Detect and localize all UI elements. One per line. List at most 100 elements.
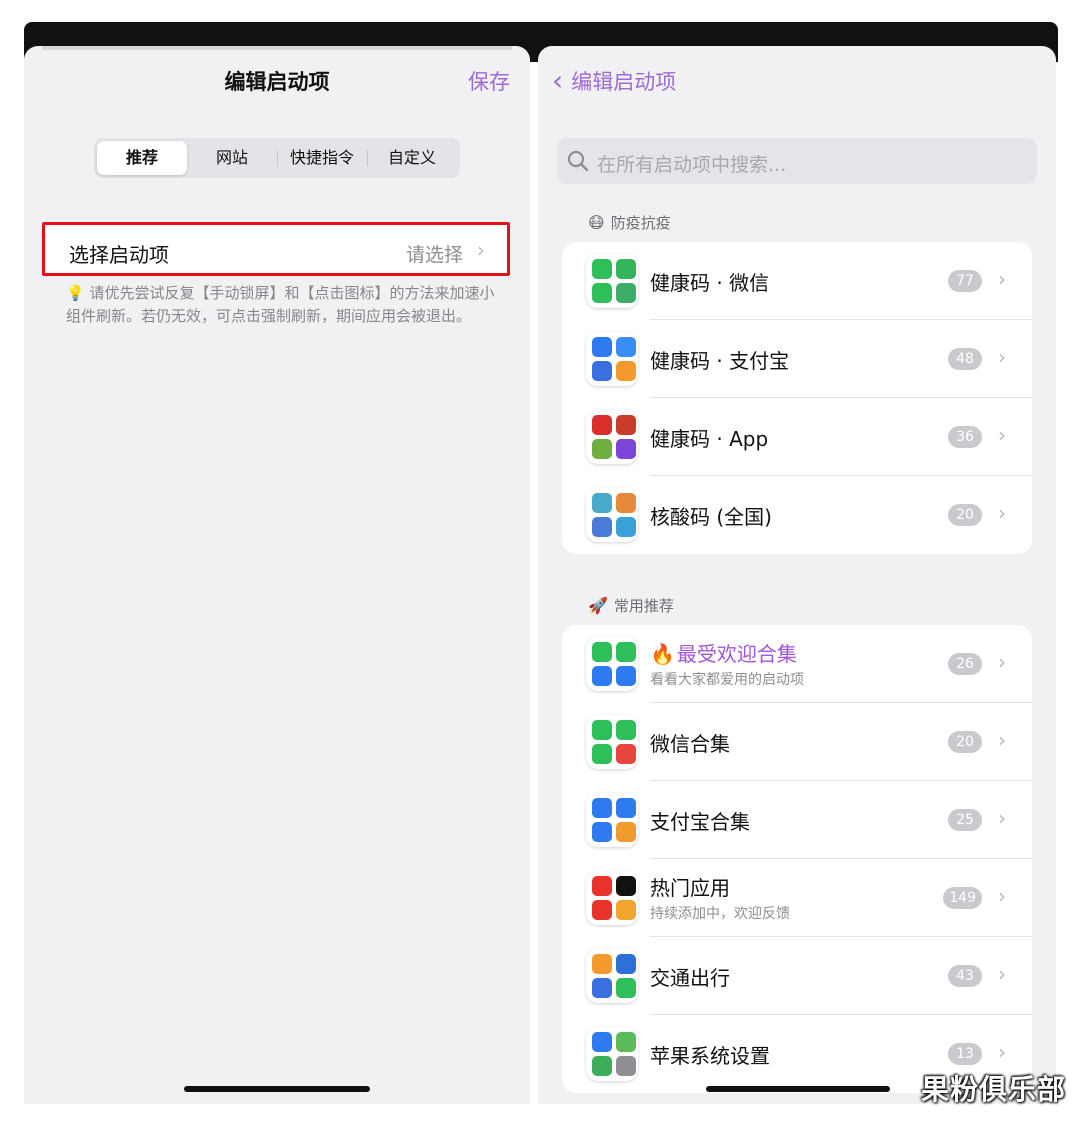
list-item-title: 热门应用 [650,872,730,901]
select-launcher-row[interactable]: 选择启动项 请选择 › [42,222,510,276]
list-item-title-text: 热门应用 [650,876,730,900]
list-item-title-text: 支付宝合集 [650,810,750,834]
list-item-title: 健康码 · 微信 [650,267,769,296]
list-item-title: 苹果系统设置 [650,1040,770,1069]
mini-app-icon [616,1032,636,1052]
mini-app-icon [616,415,636,435]
rocket-icon: 🚀 [588,596,608,615]
tab-shortcuts[interactable]: 快捷指令 [277,141,367,175]
mini-app-icon [592,954,612,974]
home-indicator [706,1086,890,1092]
list-item-title-text: 健康码 · 微信 [650,271,770,295]
chevron-right-icon: › [477,238,485,262]
tab-custom[interactable]: 自定义 [367,141,457,175]
mini-app-icon [616,900,636,920]
mini-app-icon [616,283,636,303]
list-item-title: 微信合集 [650,728,730,757]
section-header-epidemic: 😷 防疫抗疫 [588,212,671,233]
sheet-backdrop [42,46,512,50]
list-item-title: 核酸码 (全国) [650,501,772,530]
section-header-common: 🚀 常用推荐 [588,595,674,616]
mini-app-icon [592,415,612,435]
list-item[interactable]: 支付宝合集 25 › [562,781,1032,859]
mini-app-icon [592,900,612,920]
count-badge: 20 [948,731,982,753]
category-segmented-control: 推荐 网站 快捷指令 自定义 [94,138,460,178]
list-item[interactable]: 健康码 · 微信 77 › [562,242,1032,320]
watermark-text: 果粉俱乐部 [920,1073,1066,1106]
back-button-label: 编辑启动项 [571,70,677,94]
chevron-right-icon: › [998,650,1006,674]
list-item-title-text: 微信合集 [650,732,730,756]
mini-app-icon [616,259,636,279]
mini-app-icon [616,744,636,764]
mini-app-icon [592,744,612,764]
back-button[interactable]: ‹ 编辑启动项 [552,66,676,96]
list-item-subtitle: 持续添加中，欢迎反馈 [650,906,790,922]
mini-app-icon [592,337,612,357]
list-item[interactable]: 热门应用 持续添加中，欢迎反馈 149 › [562,859,1032,937]
tab-recommended[interactable]: 推荐 [97,141,187,175]
list-item-title-text: 核酸码 (全国) [650,505,772,529]
list-item[interactable]: 微信合集 20 › [562,703,1032,781]
count-badge: 48 [948,348,982,370]
list-item-title: 🔥 最受欢迎合集 [650,638,797,667]
search-placeholder: 在所有启动项中搜索... [597,154,787,176]
chevron-right-icon: › [998,1040,1006,1064]
save-button[interactable]: 保存 [468,66,510,96]
count-badge: 20 [948,504,982,526]
list-item-title-text: 苹果系统设置 [650,1044,770,1068]
list-item-title-text: 健康码 · 支付宝 [650,349,790,373]
count-badge: 77 [948,270,982,292]
flame-icon: 🔥 [650,642,675,666]
mini-app-icon [616,1056,636,1076]
app-folder-icon [586,715,638,769]
mini-app-icon [592,439,612,459]
edit-launcher-panel: 编辑启动项 保存 推荐 网站 快捷指令 自定义 选择启动项 请选择 › 💡 请优… [24,46,530,1104]
chevron-right-icon: › [998,962,1006,986]
chevron-right-icon: › [998,267,1006,291]
mini-app-icon [592,876,612,896]
count-badge: 43 [948,965,982,987]
mini-app-icon [616,954,636,974]
app-folder-icon [586,410,638,464]
list-item[interactable]: 交通出行 43 › [562,937,1032,1015]
list-item[interactable]: 核酸码 (全国) 20 › [562,476,1032,554]
count-badge: 26 [948,653,982,675]
mini-app-icon [616,978,636,998]
mini-app-icon [592,720,612,740]
app-folder-icon [586,254,638,308]
app-folder-icon [586,488,638,542]
mini-app-icon [592,798,612,818]
list-item-title: 交通出行 [650,962,730,991]
mini-app-icon [592,642,612,662]
mini-app-icon [592,978,612,998]
tab-websites[interactable]: 网站 [187,141,277,175]
mini-app-icon [592,517,612,537]
section-title: 防疫抗疫 [610,214,671,232]
launcher-list-panel: ‹ 编辑启动项 在所有启动项中搜索... 😷 防疫抗疫 健康码 · 微信 77 › 健… [538,46,1056,1104]
mini-app-icon [592,493,612,513]
list-item-title: 健康码 · 支付宝 [650,345,789,374]
count-badge: 149 [943,887,982,909]
mini-app-icon [616,666,636,686]
common-list: 🔥 最受欢迎合集 看看大家都爱用的启动项 26 › 微信合集 20 › 支付宝合集 25 › 热门应用… [562,625,1032,1093]
mini-app-icon [616,337,636,357]
mini-app-icon [616,361,636,381]
mini-app-icon [592,1056,612,1076]
list-item-title: 健康码 · App [650,423,768,452]
refresh-hint: 💡 请优先尝试反复【手动锁屏】和【点击图标】的方法来加速小组件刷新。若仍无效，可… [66,282,496,328]
mini-app-icon [592,361,612,381]
search-field[interactable]: 在所有启动项中搜索... [557,138,1037,184]
chevron-left-icon: ‹ [552,64,564,97]
refresh-hint-text: 请优先尝试反复【手动锁屏】和【点击图标】的方法来加速小组件刷新。若仍无效，可点击… [66,284,495,325]
count-badge: 36 [948,426,982,448]
mini-app-icon [616,822,636,842]
app-folder-icon [586,871,638,925]
list-item[interactable]: 健康码 · App 36 › [562,398,1032,476]
select-launcher-label: 选择启动项 [69,243,169,267]
chevron-right-icon: › [998,806,1006,830]
list-item[interactable]: 健康码 · 支付宝 48 › [562,320,1032,398]
list-item[interactable]: 🔥 最受欢迎合集 看看大家都爱用的启动项 26 › [562,625,1032,703]
list-item-title-text: 最受欢迎合集 [676,642,797,666]
